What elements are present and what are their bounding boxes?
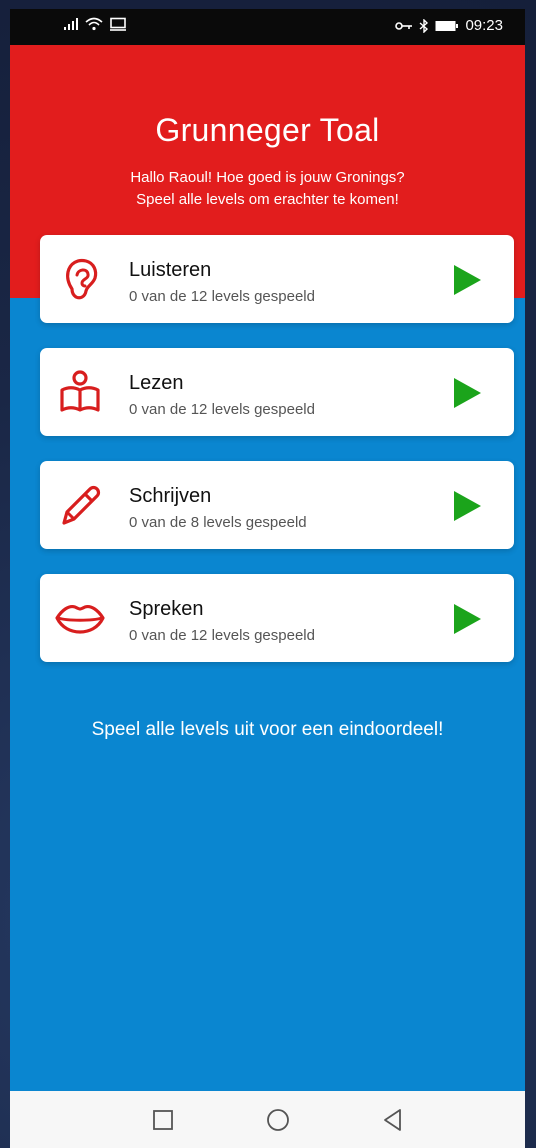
status-icons-left	[63, 17, 127, 31]
card-title: Spreken	[129, 598, 204, 620]
card-spreken[interactable]: Spreken 0 van de 12 levels gespeeld	[40, 574, 514, 662]
card-progress: 0 van de 12 levels gespeeld	[129, 288, 315, 305]
battery-icon	[435, 20, 459, 31]
back-icon[interactable]	[378, 1105, 408, 1135]
card-progress: 0 van de 12 levels gespeeld	[129, 401, 315, 418]
card-luisteren[interactable]: Luisteren 0 van de 12 levels gespeeld	[40, 235, 514, 323]
phone-screen: 09:23 Grunneger Toal Hallo Raoul! Hoe go…	[10, 9, 525, 1148]
intro-text: Hallo Raoul! Hoe goed is jouw Gronings? …	[10, 167, 525, 211]
lips-icon	[55, 604, 105, 634]
card-title: Luisteren	[129, 259, 212, 281]
pencil-icon	[62, 485, 101, 525]
signal-icon	[64, 18, 78, 30]
key-icon	[395, 21, 413, 30]
home-icon[interactable]	[263, 1105, 293, 1135]
card-schrijven[interactable]: Schrijven 0 van de 8 levels gespeeld	[40, 461, 514, 549]
screen-cast-icon	[110, 17, 126, 31]
final-grade-hint: Speel alle levels uit voor een eindoorde…	[91, 719, 444, 740]
status-icons-right: 09:23	[395, 17, 503, 34]
status-bar: 09:23	[10, 9, 525, 45]
recent-apps-icon[interactable]	[148, 1105, 178, 1135]
status-time: 09:23	[465, 17, 503, 34]
play-icon[interactable]	[450, 376, 484, 410]
play-icon[interactable]	[450, 489, 484, 523]
bluetooth-icon	[419, 18, 429, 33]
play-icon[interactable]	[450, 263, 484, 297]
ear-icon	[66, 258, 98, 300]
card-title: Lezen	[129, 372, 184, 394]
system-nav-bar	[10, 1091, 525, 1148]
card-progress: 0 van de 12 levels gespeeld	[129, 627, 315, 644]
card-title: Schrijven	[129, 485, 212, 507]
card-lezen[interactable]: Lezen 0 van de 12 levels gespeeld	[40, 348, 514, 436]
play-icon[interactable]	[450, 602, 484, 636]
intro-line-1: Hallo Raoul! Hoe goed is jouw Gronings?	[130, 169, 405, 186]
wifi-icon	[85, 17, 103, 31]
intro-line-2: Speel alle levels om erachter te komen!	[136, 191, 399, 208]
app-title: Grunneger Toal	[155, 112, 380, 148]
reading-person-icon	[60, 370, 100, 412]
card-progress: 0 van de 8 levels gespeeld	[129, 514, 307, 531]
